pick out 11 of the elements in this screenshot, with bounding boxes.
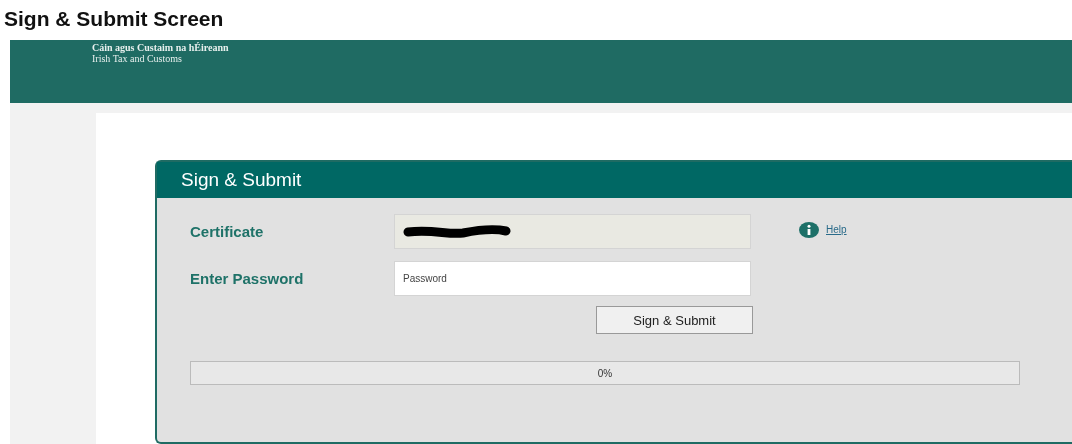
page-title: Sign & Submit Screen (3, 6, 225, 32)
password-field[interactable]: Password (394, 261, 751, 296)
info-icon (799, 221, 819, 238)
dialog-title: Sign & Submit (181, 169, 302, 191)
field-label: Certificate (190, 223, 265, 240)
progress-reading: 0% (597, 367, 613, 379)
sign-submit-button[interactable]: Sign & Submit (596, 306, 753, 334)
help-link[interactable]: Help (826, 224, 847, 235)
banner-text: Irish Tax and Customs (92, 53, 182, 64)
field-label: Enter Password (190, 270, 305, 287)
banner-text: Cáin agus Custaim na hÉireann (92, 42, 229, 53)
